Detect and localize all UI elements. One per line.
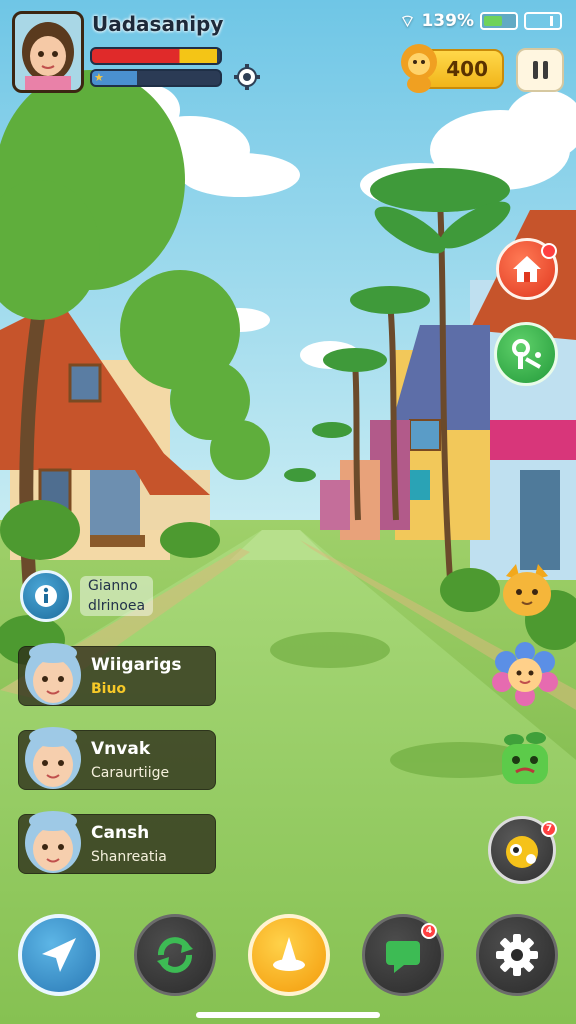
lion-pet-icon bbox=[401, 44, 437, 93]
wifi-icon: ⌔ bbox=[399, 11, 416, 32]
refresh-cycle-icon bbox=[157, 937, 193, 973]
home-button[interactable] bbox=[496, 238, 558, 300]
hint-line-1: Gianno bbox=[88, 578, 138, 594]
notification-badge bbox=[541, 243, 557, 259]
navigate-arrow-icon bbox=[42, 938, 76, 972]
coin-count: 400 bbox=[446, 57, 488, 81]
gear-icon[interactable] bbox=[234, 64, 260, 90]
info-button[interactable] bbox=[20, 570, 72, 622]
player-avatar[interactable] bbox=[12, 11, 84, 93]
npc-avatar-icon bbox=[25, 643, 81, 705]
npc-subtitle: Biuo bbox=[91, 681, 127, 697]
npc-card[interactable]: Cansh Shanreatia bbox=[18, 811, 216, 874]
battery-icon bbox=[480, 12, 518, 30]
notification-badge: 4 bbox=[421, 923, 437, 939]
health-bar bbox=[90, 47, 222, 65]
health-bar-fill bbox=[92, 49, 218, 63]
pause-icon bbox=[532, 61, 538, 79]
magic-button[interactable] bbox=[248, 914, 330, 996]
device-status-bar: ⌔ 139% bbox=[399, 10, 562, 32]
pause-button[interactable] bbox=[516, 48, 564, 92]
magic-hat-icon bbox=[273, 937, 305, 971]
npc-avatar-icon bbox=[25, 727, 81, 789]
chat-bubble-icon bbox=[386, 941, 420, 973]
green-leaf-creature[interactable] bbox=[494, 728, 556, 790]
chat-button[interactable]: 4 bbox=[362, 914, 444, 996]
battery-percentage: 139% bbox=[421, 11, 474, 31]
hint-label: Gianno dlrinoea bbox=[80, 576, 154, 616]
settings-button[interactable] bbox=[476, 914, 558, 996]
house-icon bbox=[513, 256, 541, 282]
home-indicator bbox=[196, 1012, 380, 1018]
pause-icon-bar bbox=[542, 61, 548, 79]
info-icon bbox=[35, 585, 57, 607]
npc-name: Cansh bbox=[91, 823, 150, 843]
player-name: Uadasanipy bbox=[92, 12, 224, 36]
npc-name: Vnvak bbox=[91, 739, 151, 759]
npc-subtitle: Shanreatia bbox=[91, 849, 167, 865]
navigate-button[interactable] bbox=[18, 914, 100, 996]
experience-bar: ★ bbox=[90, 69, 222, 87]
hint-line-2: dlrinoea bbox=[88, 598, 146, 614]
npc-card[interactable]: Vnvak Caraurtiige bbox=[18, 727, 216, 790]
watering-can-icon bbox=[512, 339, 541, 369]
gear-icon bbox=[496, 934, 538, 976]
battery-saver-icon bbox=[524, 12, 562, 30]
star-icon: ★ bbox=[94, 71, 104, 84]
npc-avatar-icon bbox=[25, 811, 81, 873]
tools-button[interactable] bbox=[494, 322, 558, 386]
girl-portrait-icon bbox=[15, 14, 81, 90]
npc-card[interactable]: Wiigarigs Biuo bbox=[18, 643, 216, 706]
flower-creature[interactable] bbox=[492, 642, 558, 706]
npc-name: Wiigarigs bbox=[91, 655, 182, 675]
critter-fab-button[interactable]: 7 bbox=[488, 816, 557, 884]
refresh-button[interactable] bbox=[134, 914, 216, 996]
notification-badge: 7 bbox=[541, 821, 557, 837]
yellow-fox-creature[interactable] bbox=[498, 562, 556, 622]
npc-subtitle: Caraurtiige bbox=[91, 765, 170, 781]
